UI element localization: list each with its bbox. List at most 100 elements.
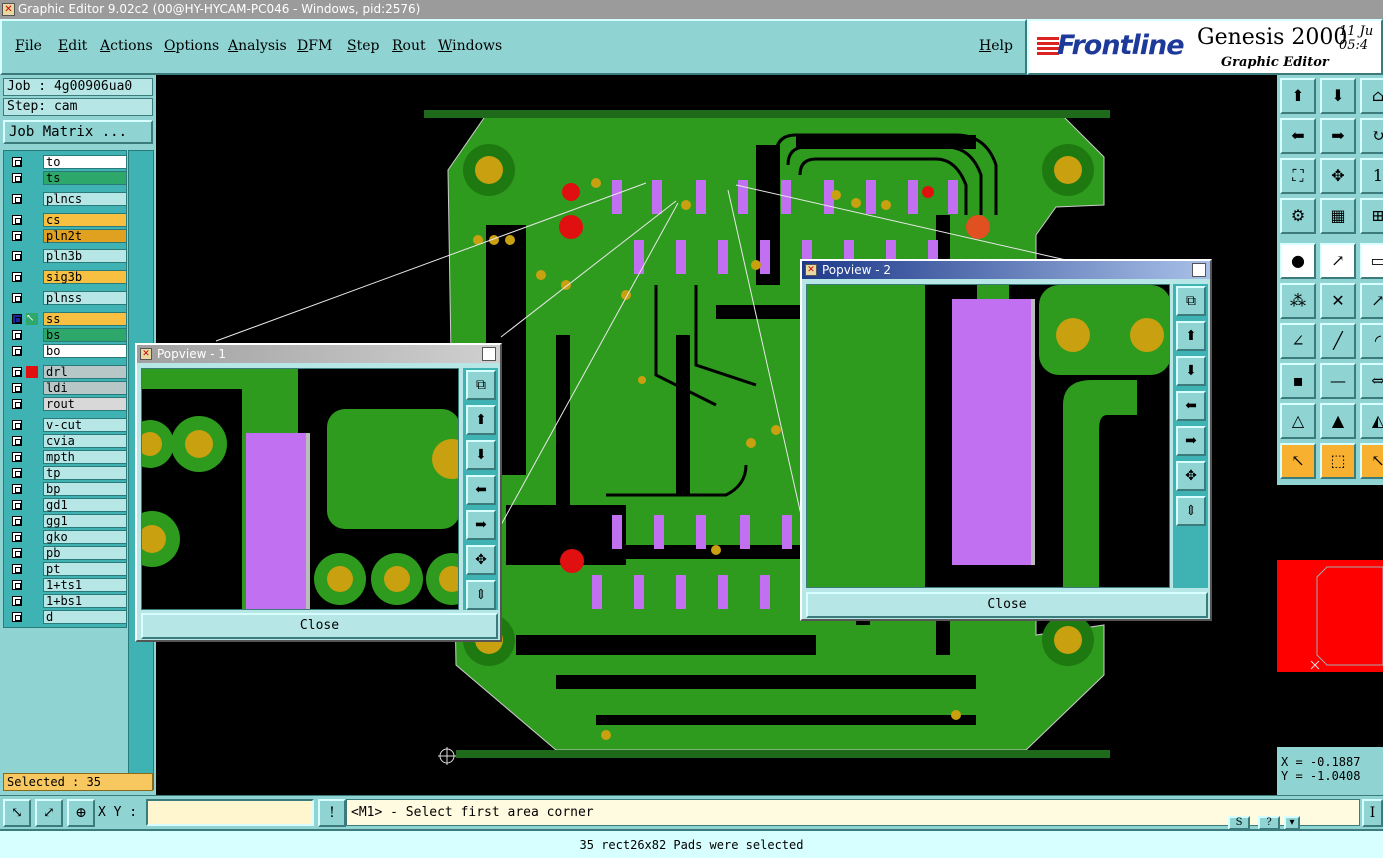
layer-checkbox[interactable]	[12, 420, 22, 430]
layer-row[interactable]: pt	[7, 562, 127, 576]
layer-checkbox[interactable]	[12, 564, 22, 574]
menu-options[interactable]: Options	[164, 38, 219, 54]
layer-row[interactable]: pln3b	[7, 249, 127, 263]
layer-checkbox[interactable]	[12, 272, 22, 282]
polygon-icon[interactable]: ◭	[1360, 403, 1383, 439]
zoom-center-icon[interactable]: ✥	[1320, 158, 1356, 194]
warning-icon[interactable]: !	[318, 799, 346, 827]
layer-checkbox[interactable]	[12, 383, 22, 393]
popview-zoom-fit-icon[interactable]: ⧉	[1176, 286, 1206, 316]
pan-right-icon[interactable]: ➡	[1320, 118, 1356, 154]
job-matrix-button[interactable]: Job Matrix ...	[3, 120, 153, 144]
ruler-icon[interactable]: ▭	[1360, 243, 1383, 279]
zoom-one-to-one-icon[interactable]: 1	[1360, 158, 1383, 194]
menu-help[interactable]: Help	[979, 38, 1013, 54]
layer-name[interactable]: cs	[43, 213, 127, 227]
layer-checkbox[interactable]	[12, 330, 22, 340]
layer-checkbox[interactable]	[12, 367, 22, 377]
layer-name[interactable]: gko	[43, 530, 127, 544]
layer-name[interactable]: plncs	[43, 192, 127, 206]
layer-row[interactable]: ↖ ss	[7, 312, 127, 326]
layer-row[interactable]: tp	[7, 466, 127, 480]
layer-checkbox[interactable]	[12, 516, 22, 526]
layer-checkbox[interactable]	[12, 500, 22, 510]
popview-2-close-icon[interactable]: ✕	[1192, 263, 1206, 277]
layer-row[interactable]: pln2t	[7, 229, 127, 243]
layer-name[interactable]: bs	[43, 328, 127, 342]
move-pad-icon[interactable]: ▪	[1280, 363, 1316, 399]
close-step-icon[interactable]: ⬇	[1320, 78, 1356, 114]
layer-name[interactable]: tp	[43, 466, 127, 480]
popview-1-view[interactable]	[141, 368, 459, 610]
overview-map[interactable]	[1277, 485, 1383, 747]
popview-pan-left-icon[interactable]: ⬅	[466, 475, 496, 505]
layer-checkbox[interactable]	[12, 612, 22, 622]
layer-name[interactable]: to	[43, 155, 127, 169]
popview-zoom-out-icon[interactable]: ⇕	[466, 580, 496, 610]
layer-name[interactable]: drl	[43, 365, 127, 379]
popview-1-titlebar[interactable]: ✕ Popview - 1 ✕	[137, 345, 500, 363]
layer-row[interactable]: gko	[7, 530, 127, 544]
layer-row[interactable]: mpth	[7, 450, 127, 464]
popview-pan-left-icon[interactable]: ⬅	[1176, 391, 1206, 421]
layer-row[interactable]: bp	[7, 482, 127, 496]
layer-name[interactable]: 1+ts1	[43, 578, 127, 592]
route-icon[interactable]: ↗	[1360, 283, 1383, 319]
popview-zoom-in-icon[interactable]: ✥	[466, 545, 496, 575]
layer-checkbox[interactable]	[12, 580, 22, 590]
layer-checkbox[interactable]	[12, 173, 22, 183]
layer-name[interactable]: ss	[43, 312, 127, 326]
refresh-icon[interactable]: ↻	[1360, 118, 1383, 154]
layer-name[interactable]: ldi	[43, 381, 127, 395]
info-icon[interactable]: I	[1362, 799, 1383, 827]
layer-checkbox[interactable]	[12, 251, 22, 261]
layer-checkbox[interactable]	[12, 231, 22, 241]
layer-name[interactable]: pb	[43, 546, 127, 560]
layer-name[interactable]: rout	[43, 397, 127, 411]
popview-pan-right-icon[interactable]: ➡	[466, 510, 496, 540]
layer-checkbox[interactable]	[12, 293, 22, 303]
layer-checkbox[interactable]	[12, 436, 22, 446]
layer-checkbox[interactable]	[12, 215, 22, 225]
delete-feature-icon[interactable]: ✕	[1320, 283, 1356, 319]
layer-name[interactable]: v-cut	[43, 418, 127, 432]
layer-checkbox[interactable]	[12, 157, 22, 167]
layer-checkbox[interactable]	[12, 194, 22, 204]
layer-checkbox[interactable]	[12, 596, 22, 606]
layer-row[interactable]: v-cut	[7, 418, 127, 432]
pan-left-icon[interactable]: ⬅	[1280, 118, 1316, 154]
home-icon[interactable]: ⌂	[1360, 78, 1383, 114]
layer-name[interactable]: bo	[43, 344, 127, 358]
grid-icon[interactable]: ▦	[1320, 198, 1356, 234]
layer-row[interactable]: d	[7, 610, 127, 624]
layer-name[interactable]: pln2t	[43, 229, 127, 243]
popview-zoom-in-icon[interactable]: ✥	[1176, 461, 1206, 491]
layer-checkbox[interactable]	[12, 548, 22, 558]
triangle-icon[interactable]: △	[1280, 403, 1316, 439]
menu-rout[interactable]: Rout	[392, 38, 426, 54]
triangle-outline-icon[interactable]: ▲	[1320, 403, 1356, 439]
popview-1-close-icon[interactable]: ✕	[482, 347, 496, 361]
popview-2-close-button[interactable]: Close	[806, 592, 1208, 618]
menu-file[interactable]: File	[15, 38, 42, 54]
measure-icon[interactable]: ⚙	[1280, 198, 1316, 234]
angle-line-icon[interactable]: ∠	[1280, 323, 1316, 359]
layer-row[interactable]: drl	[7, 365, 127, 379]
popview-zoom-fit-icon[interactable]: ⧉	[466, 370, 496, 400]
layer-row[interactable]: bo	[7, 344, 127, 358]
layer-row[interactable]: to	[7, 155, 127, 169]
xy-input[interactable]	[146, 799, 314, 826]
layer-name[interactable]: cvia	[43, 434, 127, 448]
layer-checkbox[interactable]	[12, 346, 22, 356]
help-icon[interactable]: ?	[1258, 816, 1280, 830]
horizontal-line-icon[interactable]: —	[1320, 363, 1356, 399]
layer-row[interactable]: plnss	[7, 291, 127, 305]
menu-step[interactable]: Step	[347, 38, 379, 54]
snap-icon[interactable]: ⊞	[1360, 198, 1383, 234]
layer-row[interactable]: rout	[7, 397, 127, 411]
popview-2-view[interactable]	[806, 284, 1170, 588]
script-icon[interactable]: S	[1228, 816, 1250, 830]
layer-name[interactable]: 1+bs1	[43, 594, 127, 608]
open-step-icon[interactable]: ⬆	[1280, 78, 1316, 114]
layer-row[interactable]: cvia	[7, 434, 127, 448]
